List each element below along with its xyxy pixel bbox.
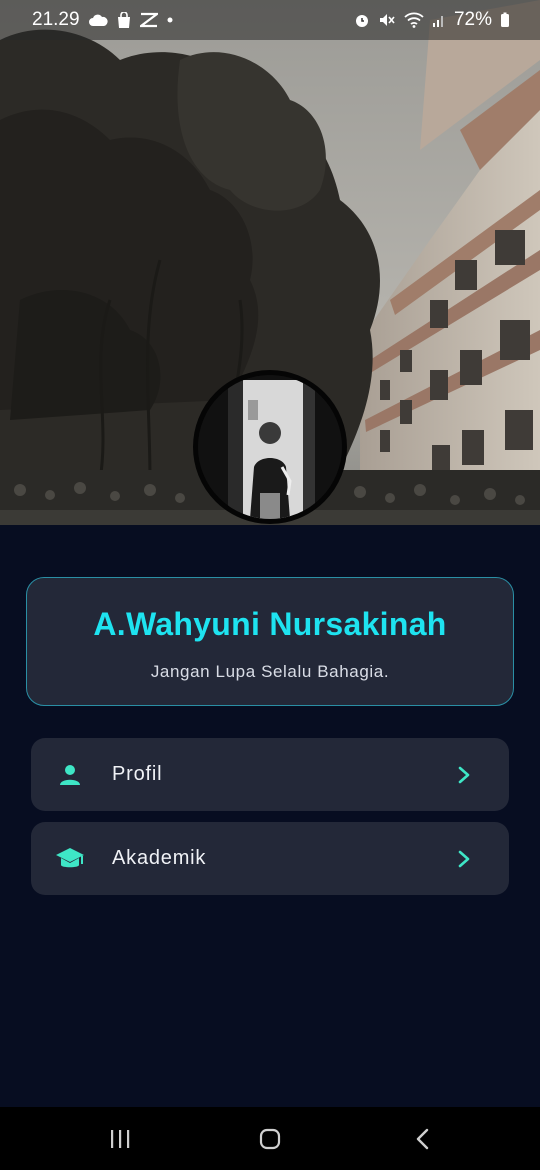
menu-item-akademik[interactable]: Akademik xyxy=(31,822,509,895)
back-icon[interactable] xyxy=(403,1125,443,1153)
menu-item-label: Akademik xyxy=(112,847,207,869)
menu-item-profil[interactable]: Profil xyxy=(31,738,509,811)
chevron-right-icon xyxy=(457,849,473,869)
graduation-cap-icon xyxy=(55,844,85,874)
profile-name-card: A.Wahyuni Nursakinah Jangan Lupa Selalu … xyxy=(26,577,514,706)
status-bar: 21.29 72% xyxy=(0,0,540,40)
profile-name: A.Wahyuni Nursakinah xyxy=(93,606,447,642)
battery-percent: 72% xyxy=(453,9,492,30)
wifi-icon xyxy=(404,12,424,28)
profile-tagline: Jangan Lupa Selalu Bahagia. xyxy=(150,662,390,681)
menu-item-label: Profil xyxy=(112,763,163,785)
person-icon xyxy=(55,760,85,790)
home-icon[interactable] xyxy=(250,1125,290,1153)
signal-icon xyxy=(432,13,446,27)
status-time: 21.29 xyxy=(32,9,80,30)
alarm-icon xyxy=(354,12,370,28)
system-navigation-bar xyxy=(0,1107,540,1170)
cloud-icon xyxy=(88,13,108,27)
shopping-bag-icon xyxy=(116,11,132,29)
profile-avatar[interactable] xyxy=(193,370,347,524)
mute-icon xyxy=(378,12,396,28)
chevron-right-icon xyxy=(457,765,473,785)
avatar-photo xyxy=(198,375,342,519)
battery-icon xyxy=(500,12,510,28)
profile-screen: 21.29 72% A.Wahyuni Nursakinah Jangan Lu… xyxy=(0,0,540,1170)
capcut-icon xyxy=(139,12,158,28)
dot-icon xyxy=(166,16,174,24)
recent-apps-icon[interactable] xyxy=(100,1125,140,1153)
